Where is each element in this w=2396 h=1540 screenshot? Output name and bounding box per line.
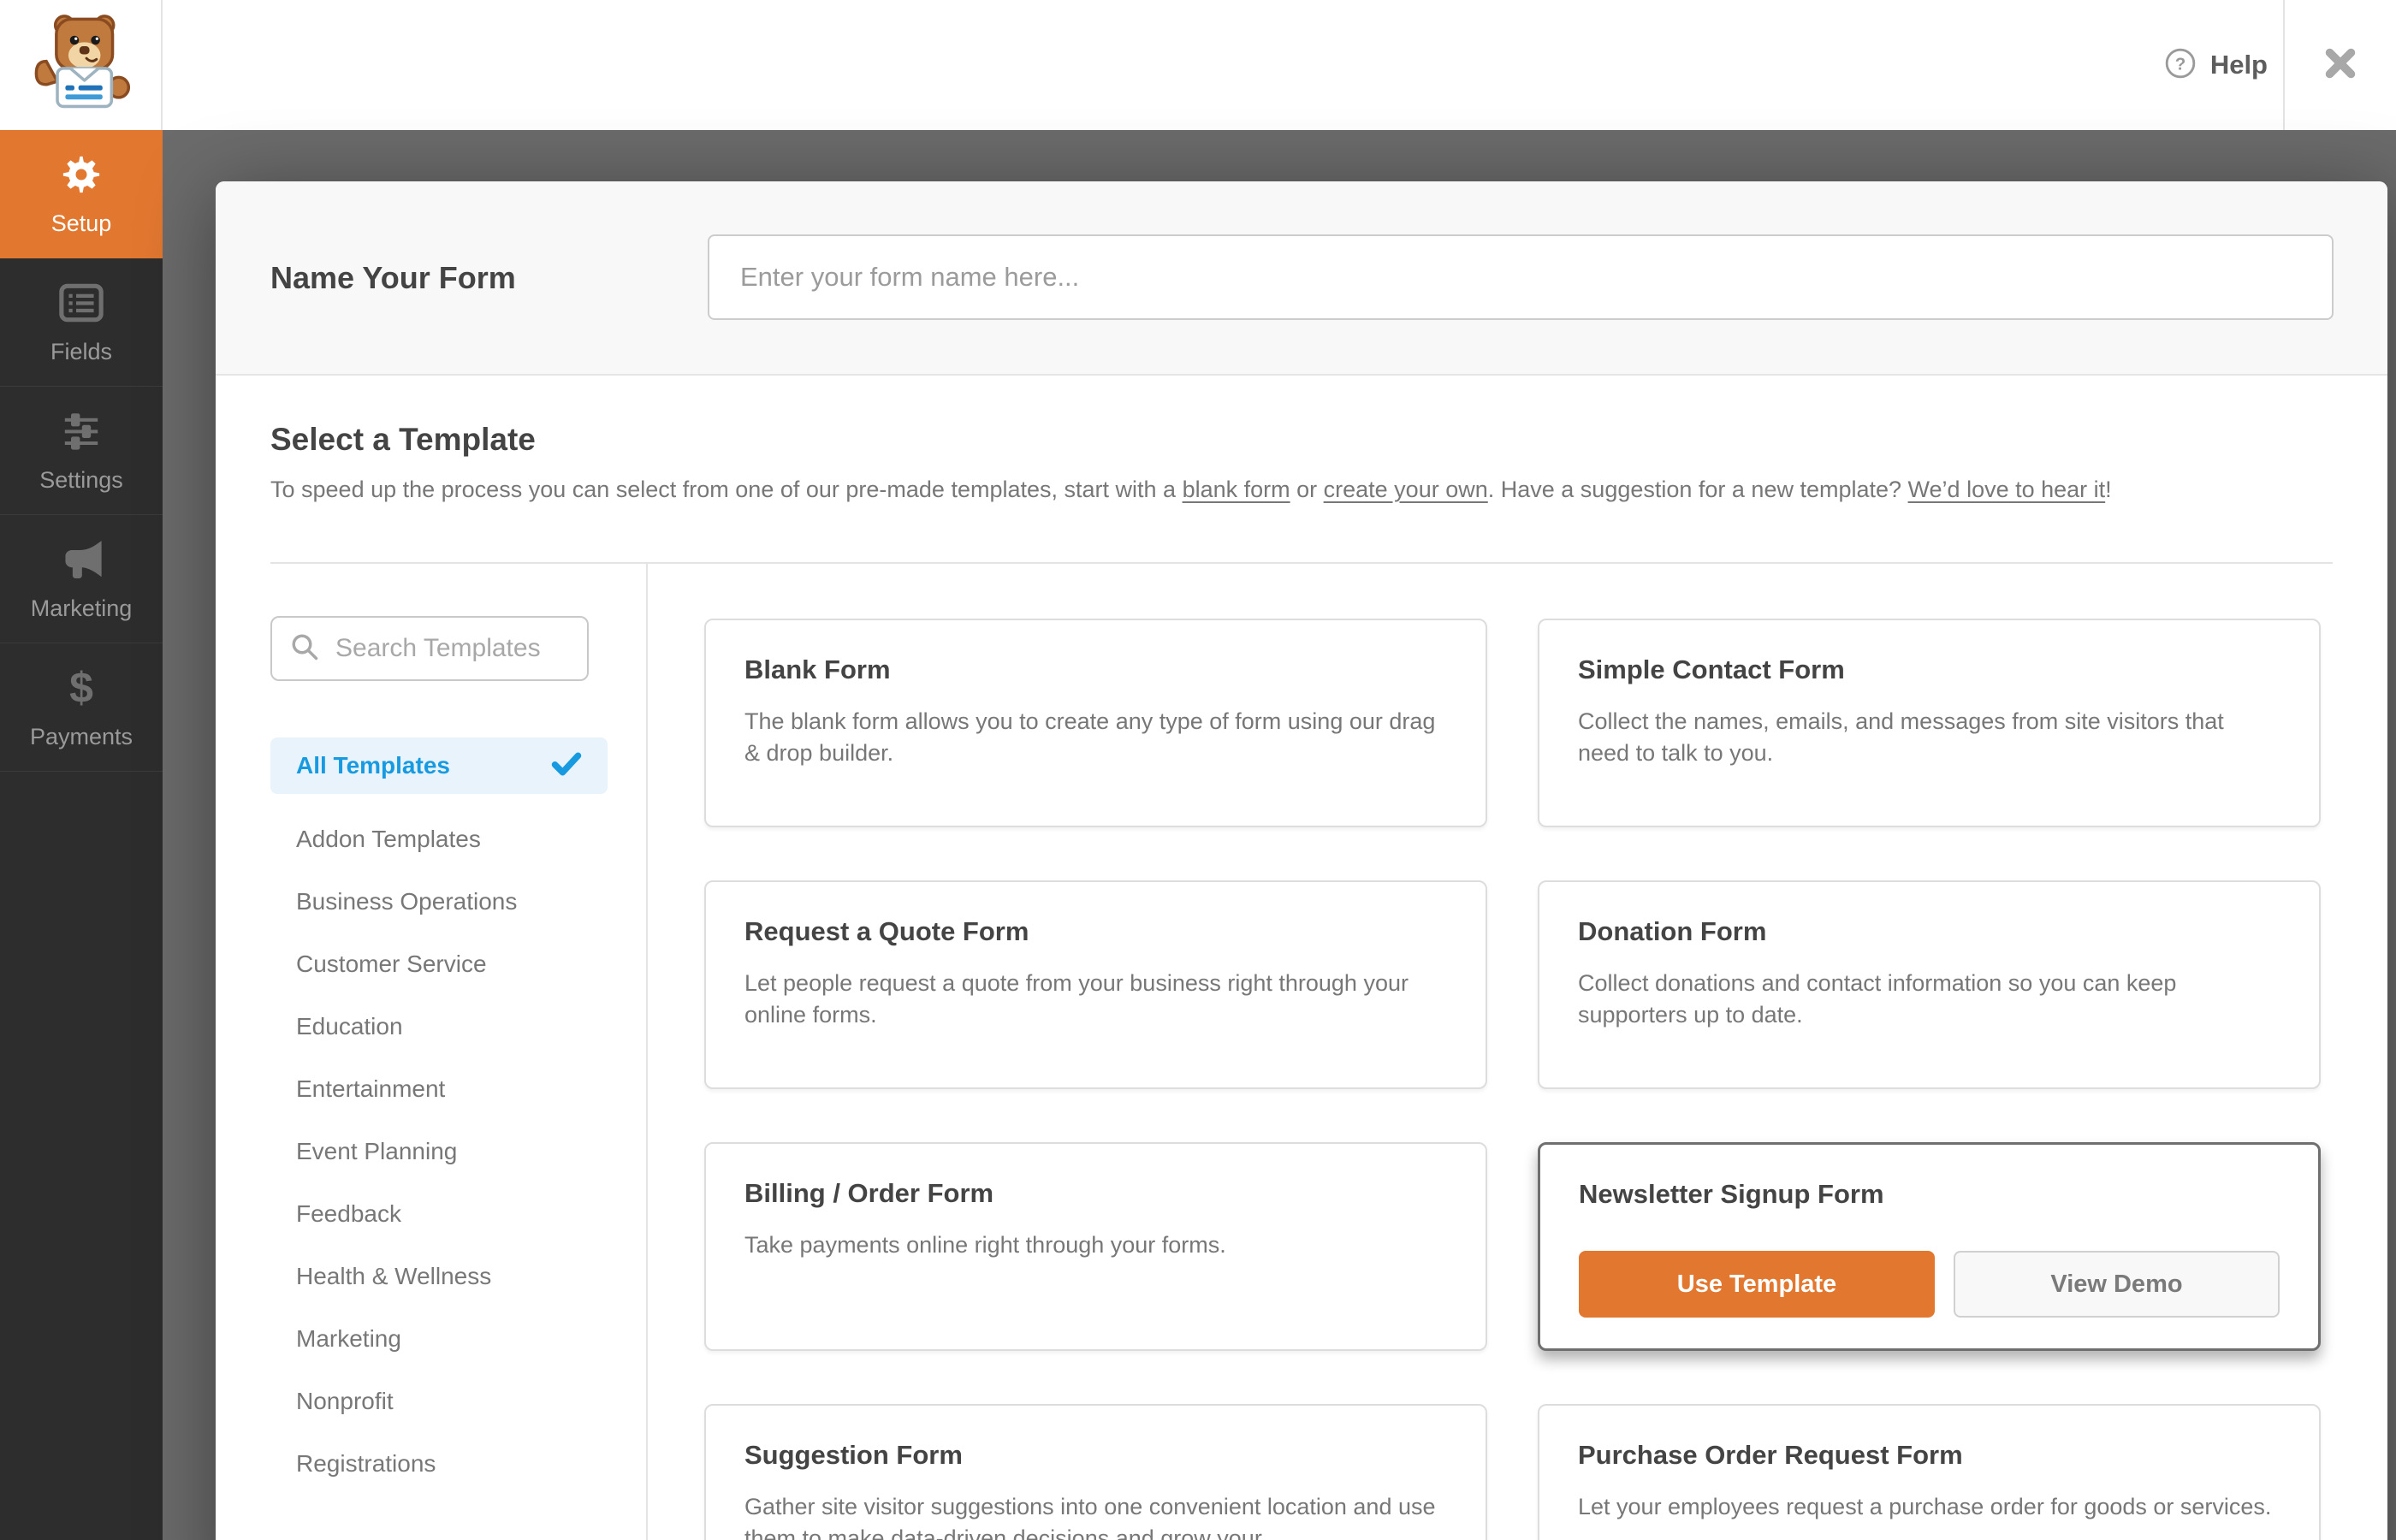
template-cards-grid: Blank Form The blank form allows you to c… (704, 619, 2321, 1540)
template-card-billing-order-form[interactable]: Billing / Order Form Take payments online… (704, 1142, 1487, 1351)
category-item-registrations[interactable]: Registrations (270, 1432, 608, 1495)
template-title: Suggestion Form (744, 1440, 963, 1470)
template-card-request-a-quote-form[interactable]: Request a Quote Form Let people request a… (704, 880, 1487, 1089)
template-card-blank-form[interactable]: Blank Form The blank form allows you to c… (704, 619, 1487, 827)
megaphone-icon (58, 536, 104, 583)
intro-text: To speed up the process you can select f… (270, 477, 1183, 502)
category-item-education[interactable]: Education (270, 995, 608, 1057)
form-name-heading: Name Your Form (270, 259, 516, 295)
template-description: Let people request a quote from your bus… (744, 970, 1409, 1028)
view-demo-button[interactable]: View Demo (1953, 1251, 2280, 1318)
wpforms-logo (0, 0, 163, 130)
template-description: Collect the names, emails, and messages … (1578, 708, 2224, 766)
sliders-icon (59, 407, 104, 455)
sidebar-item-label: Fields (50, 339, 113, 364)
template-title: Blank Form (744, 654, 891, 684)
template-description: Gather site visitor suggestions into one… (744, 1494, 1436, 1540)
sidebar-item-label: Marketing (30, 595, 133, 621)
category-item-all-templates-selected[interactable]: All Templates (270, 737, 608, 794)
template-card-suggestion-form[interactable]: Suggestion Form Gather site visitor sugge… (704, 1404, 1487, 1540)
template-card-simple-contact-form[interactable]: Simple Contact Form Collect the names, em… (1538, 619, 2321, 827)
help-label: Help (2209, 50, 2268, 80)
form-name-input[interactable] (708, 234, 2334, 320)
category-item-marketing[interactable]: Marketing (270, 1307, 608, 1370)
category-list: Addon Templates Business Operations Custom… (270, 808, 608, 1495)
template-description: Let your employees request a purchase or… (1578, 1494, 2272, 1519)
intro-link-create-your-own[interactable]: create your own (1324, 477, 1488, 502)
checkmark-icon (551, 751, 582, 781)
dollar-icon: $ (69, 664, 93, 712)
builder-sidebar: Setup Fields Settings Marketing $ Payments (0, 130, 163, 1540)
intro-link-blank-form[interactable]: blank form (1183, 477, 1290, 502)
category-item-entertainment[interactable]: Entertainment (270, 1057, 608, 1120)
category-item-nonprofit[interactable]: Nonprofit (270, 1370, 608, 1432)
category-item-feedback[interactable]: Feedback (270, 1182, 608, 1245)
sidebar-item-settings[interactable]: Settings (0, 387, 163, 515)
search-templates-input[interactable] (334, 633, 570, 664)
template-intro-text: To speed up the process you can select f… (270, 477, 2112, 503)
template-title: Newsletter Signup Form (1579, 1179, 1884, 1209)
template-section: Select a Template To speed up the proces… (216, 376, 2387, 1540)
form-name-section: Name Your Form (216, 181, 2387, 376)
sidebar-item-marketing[interactable]: Marketing (0, 515, 163, 643)
sidebar-item-label: Setup (50, 210, 112, 236)
template-title: Billing / Order Form (744, 1178, 994, 1208)
sidebar-item-setup[interactable]: Setup (0, 130, 163, 258)
category-item-event-planning[interactable]: Event Planning (270, 1120, 608, 1182)
intro-text: ! (2105, 477, 2112, 502)
search-icon (289, 631, 320, 666)
wpforms-bear-logo-icon (30, 11, 131, 120)
search-templates-box (270, 616, 589, 681)
template-card-newsletter-signup-form[interactable]: Newsletter Signup Form Use Template View D… (1538, 1142, 2321, 1351)
wpforms-builder-window: ? Help Setup Fields Settings Marketing $ Paym… (0, 0, 2396, 1540)
selected-category-label: All Templates (296, 752, 450, 779)
vertical-divider (646, 563, 648, 1540)
category-item-customer-service[interactable]: Customer Service (270, 933, 608, 995)
sidebar-item-payments[interactable]: $ Payments (0, 643, 163, 772)
template-title: Request a Quote Form (744, 916, 1029, 946)
fields-icon (57, 279, 105, 327)
help-question-icon: ? (2164, 47, 2197, 84)
template-description: Take payments online right through your … (744, 1232, 1226, 1258)
template-card-purchase-order-request-form[interactable]: Purchase Order Request Form Let your empl… (1538, 1404, 2321, 1540)
sidebar-item-label: Payments (29, 724, 133, 749)
sidebar-item-fields[interactable]: Fields (0, 258, 163, 387)
intro-text: . Have a suggestion for a new template? (1487, 477, 1908, 502)
top-bar: ? Help (0, 0, 2396, 130)
select-template-heading: Select a Template (270, 422, 536, 457)
intro-text: or (1290, 477, 1324, 502)
template-title: Simple Contact Form (1578, 654, 1845, 684)
gear-icon (59, 151, 104, 198)
close-button[interactable] (2285, 0, 2396, 130)
intro-link-we-d-love-to-hear-it[interactable]: We’d love to hear it (1908, 477, 2106, 502)
template-description: The blank form allows you to create any … (744, 708, 1436, 766)
category-item-addon-templates[interactable]: Addon Templates (270, 808, 608, 870)
setup-panel: Name Your Form Select a Template To spee… (216, 181, 2387, 1540)
template-card-donation-form[interactable]: Donation Form Collect donations and conta… (1538, 880, 2321, 1089)
sidebar-item-label: Settings (39, 467, 123, 493)
template-title: Donation Form (1578, 916, 1767, 946)
close-x-icon (2321, 44, 2360, 87)
help-button[interactable]: ? Help (2164, 0, 2268, 130)
template-card-actions: Use Template View Demo (1579, 1251, 2280, 1318)
template-description: Collect donations and contact informatio… (1578, 970, 2177, 1028)
svg-text:?: ? (2175, 54, 2186, 74)
category-item-health-wellness[interactable]: Health & Wellness (270, 1245, 608, 1307)
use-template-button[interactable]: Use Template (1579, 1251, 1935, 1318)
template-title: Purchase Order Request Form (1578, 1440, 1963, 1470)
horizontal-divider (270, 562, 2333, 564)
category-item-business-operations[interactable]: Business Operations (270, 870, 608, 933)
